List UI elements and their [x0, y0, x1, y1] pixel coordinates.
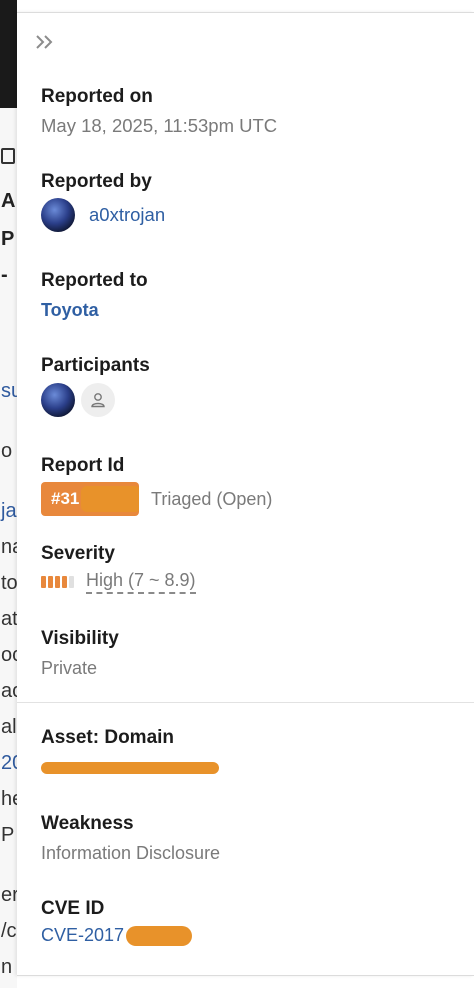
background-text: al [1, 716, 17, 738]
weakness-value: Information Disclosure [41, 843, 221, 863]
reporter-username-link[interactable]: a0xtrojan [89, 204, 165, 226]
collapse-panel-icon[interactable] [34, 31, 56, 53]
background-header [0, 0, 17, 108]
background-text: P [1, 824, 15, 846]
report-id-value: #31 [51, 489, 80, 508]
reported-to-section: Reported to Toyota [41, 269, 454, 322]
redaction-mark [126, 925, 193, 946]
reporter-avatar[interactable] [41, 198, 75, 232]
severity-value[interactable]: High (7 ~ 8.9) [86, 570, 196, 594]
background-text: oc [1, 644, 17, 666]
background-link: su [1, 380, 17, 402]
severity-bar [62, 576, 67, 588]
redacted-asset-value [41, 762, 219, 774]
redaction-mark [81, 486, 139, 512]
background-text: - [1, 264, 8, 286]
severity-bar [41, 576, 46, 588]
severity-meter [41, 576, 74, 588]
cve-link[interactable]: CVE-2017 [41, 925, 124, 946]
background-text: P [1, 228, 15, 250]
background-page: A P - su o ja na to at oc ac al 20 he P … [0, 0, 17, 988]
participants-section: Participants [41, 354, 454, 417]
asset-label: Asset: Domain [41, 727, 175, 748]
visibility-value: Private [41, 658, 98, 678]
background-text: na [1, 536, 17, 558]
report-id-section: Report Id #31 Triaged (Open) [41, 454, 454, 516]
reported-to-program-link[interactable]: Toyota [41, 298, 454, 322]
copy-icon [1, 148, 15, 164]
participant-placeholder-avatar[interactable] [81, 383, 115, 417]
user-icon [91, 393, 105, 408]
reported-by-section: Reported by a0xtrojan [41, 170, 454, 232]
divider [17, 702, 474, 703]
background-text: A [1, 190, 16, 212]
background-text: at [1, 608, 17, 630]
visibility-label: Visibility [41, 628, 119, 649]
report-details-panel: Reported on May 18, 2025, 11:53pm UTC Re… [17, 12, 474, 976]
report-id-label: Report Id [41, 455, 125, 476]
severity-bar [69, 576, 74, 588]
visibility-section: Visibility Private [41, 627, 454, 680]
reported-by-label: Reported by [41, 171, 152, 192]
background-text: n [1, 956, 13, 978]
background-link: 20 [1, 752, 17, 774]
background-text: o [1, 440, 13, 462]
weakness-label: Weakness [41, 813, 134, 834]
reported-on-section: Reported on May 18, 2025, 11:53pm UTC [41, 85, 454, 138]
weakness-section: Weakness Information Disclosure [41, 812, 454, 865]
background-link: ja [1, 500, 17, 522]
severity-bar [55, 576, 60, 588]
background-text: /c [1, 920, 17, 942]
reported-on-value: May 18, 2025, 11:53pm UTC [41, 115, 278, 136]
participant-avatar[interactable] [41, 383, 75, 417]
severity-label: Severity [41, 543, 115, 564]
background-text: to [1, 572, 17, 594]
cve-label: CVE ID [41, 898, 105, 919]
reported-to-label: Reported to [41, 270, 148, 291]
severity-section: Severity High (7 ~ 8.9) [41, 542, 454, 594]
participants-label: Participants [41, 355, 150, 376]
severity-bar [48, 576, 53, 588]
background-text: ac [1, 680, 17, 702]
report-status: Triaged (Open) [151, 488, 273, 509]
cve-section: CVE ID CVE-2017 [41, 897, 454, 946]
background-text: he [1, 788, 17, 810]
background-text: er [1, 884, 17, 906]
asset-section: Asset: Domain [41, 726, 454, 780]
report-id-badge[interactable]: #31 [41, 482, 139, 516]
reported-on-label: Reported on [41, 86, 153, 107]
